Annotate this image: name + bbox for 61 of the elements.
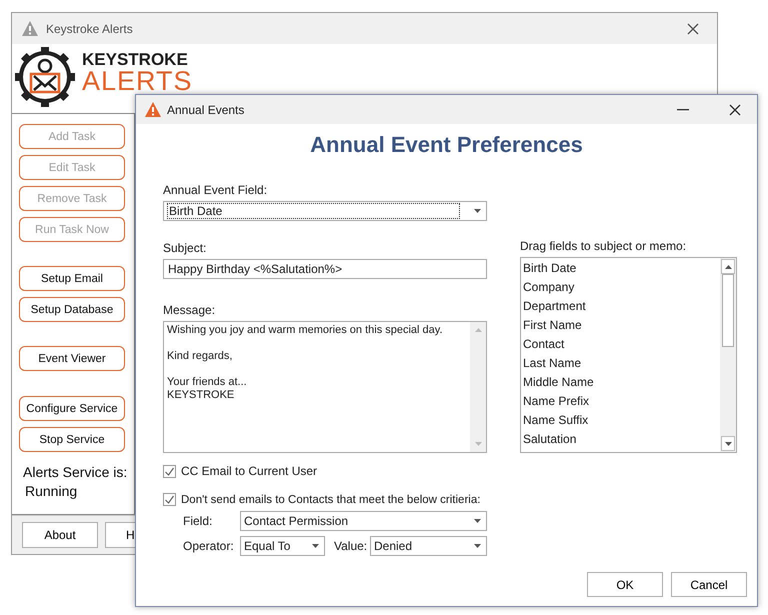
- scroll-down-button[interactable]: [721, 436, 735, 451]
- caret-icon: [312, 544, 319, 548]
- task-button[interactable]: Setup Email: [19, 266, 125, 291]
- list-item[interactable]: Birth Date: [523, 260, 718, 279]
- caret-icon: [474, 209, 481, 213]
- dialog-title: Annual Events: [167, 102, 244, 116]
- status-label: Alerts Service is:: [23, 464, 128, 480]
- footer-button[interactable]: About: [22, 522, 98, 548]
- checkmark-icon: [164, 466, 175, 476]
- list-item[interactable]: Name Prefix: [523, 393, 718, 412]
- window-title: Keystroke Alerts: [46, 22, 133, 36]
- close-icon[interactable]: [687, 22, 699, 34]
- task-button[interactable]: Stop Service: [19, 427, 125, 452]
- event-field-dropdown[interactable]: Birth Date: [163, 201, 487, 221]
- scrollbar[interactable]: [470, 322, 486, 452]
- list-label: Drag fields to subject or memo:: [520, 239, 688, 253]
- field-label: Message:: [163, 303, 216, 317]
- caret-icon: [474, 519, 481, 523]
- list-item[interactable]: Salutation: [523, 431, 718, 450]
- task-button[interactable]: Setup Database: [19, 297, 125, 322]
- warning-icon: [22, 21, 38, 36]
- list-item[interactable]: Middle Name: [523, 374, 718, 393]
- cc-email-checkbox[interactable]: CC Email to Current User: [163, 464, 318, 478]
- list-item[interactable]: Department: [523, 298, 718, 317]
- scrollbar[interactable]: [720, 258, 736, 452]
- subject-field[interactable]: Happy Birthday <%Salutation%>: [163, 259, 487, 279]
- down-arrow-icon: [724, 442, 732, 446]
- logo-title: KEYSTROKE: [82, 51, 189, 68]
- caret-icon: [474, 544, 481, 548]
- exclude-contacts-checkbox[interactable]: Don't send emails to Contacts that meet the below critieria:: [163, 493, 480, 506]
- list-item[interactable]: Last Name: [523, 355, 718, 374]
- warning-icon: [145, 102, 161, 117]
- list-item[interactable]: First Name: [523, 317, 718, 336]
- operator-label: Operator:: [183, 539, 235, 553]
- list-item[interactable]: Contact: [523, 336, 718, 355]
- checkmark-icon: [164, 494, 175, 505]
- logo-subtitle: ALERTS: [82, 68, 193, 95]
- close-icon[interactable]: [729, 104, 741, 116]
- value-dropdown[interactable]: Denied: [370, 536, 487, 556]
- dialog-button[interactable]: OK: [587, 572, 663, 597]
- scroll-thumb[interactable]: [722, 274, 734, 347]
- list-item[interactable]: Name Suffix: [523, 412, 718, 431]
- status-value: Running: [25, 483, 78, 499]
- field-label: Subject:: [163, 241, 208, 255]
- dialog-heading: Annual Event Preferences: [309, 132, 584, 159]
- operator-dropdown[interactable]: Equal To: [240, 536, 325, 556]
- up-arrow-icon: [474, 328, 482, 332]
- scroll-up-button[interactable]: [721, 259, 735, 274]
- message-field[interactable]: Wishing you joy and warm memories on this special day. Kind regards, Your friends at... KEYSTROKE: [163, 321, 487, 453]
- task-button[interactable]: Configure Service: [19, 396, 125, 421]
- task-button[interactable]: Event Viewer: [19, 346, 125, 371]
- field-dropdown[interactable]: Contact Permission: [240, 511, 487, 531]
- dialog-button[interactable]: Cancel: [671, 572, 747, 597]
- gear-envelope-icon: [14, 46, 76, 108]
- list-item[interactable]: Company: [523, 279, 718, 298]
- field-label: Annual Event Field:: [163, 183, 268, 197]
- up-arrow-icon: [724, 264, 732, 268]
- down-arrow-icon: [474, 442, 482, 446]
- value-label: Value:: [334, 539, 368, 553]
- minimize-icon[interactable]: [677, 108, 689, 110]
- field-label: Field:: [183, 514, 214, 528]
